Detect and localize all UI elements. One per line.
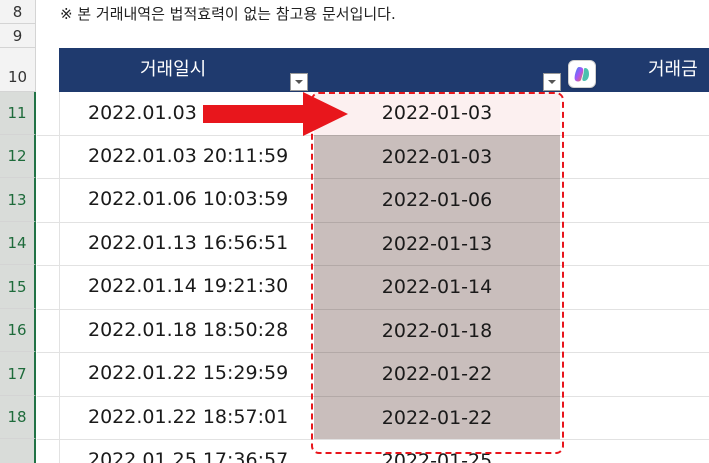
datetime-cell[interactable]: 2022.01.03 20:11:59 [88,135,288,178]
row-header-9[interactable]: 9 [0,24,36,48]
datetime-cell[interactable]: 2022.01.25 17:36:57 [88,439,288,463]
datetime-cell[interactable]: 2022.01.22 15:29:59 [88,352,288,395]
filter-dropdown-icon[interactable] [543,73,561,91]
date-cell[interactable]: 2022-01-13 [314,222,560,265]
red-arrow-icon [203,92,348,136]
datetime-cell[interactable]: 2022.01.03 [88,92,197,135]
date-cell[interactable]: 2022-01-25 [314,439,560,463]
row-header-14[interactable]: 14 [0,222,36,265]
date-cell[interactable]: 2022-01-22 [314,352,560,396]
date-cell[interactable]: 2022-01-06 [314,178,560,222]
row-header-11[interactable]: 11 [0,92,36,135]
row-header-10[interactable]: 10 [0,48,36,92]
date-cell[interactable]: 2022-01-18 [314,309,560,352]
row-header-16[interactable]: 16 [0,309,36,352]
date-cell[interactable]: 2022-01-03 [314,135,560,178]
date-cell[interactable]: 2022-01-03 [314,92,560,135]
row-header-19[interactable] [0,439,36,463]
datetime-cell[interactable]: 2022.01.14 19:21:30 [88,265,288,308]
date-cell[interactable]: 2022-01-14 [314,265,560,309]
copilot-icon[interactable] [568,60,596,88]
date-cell[interactable]: 2022-01-22 [314,396,560,439]
datetime-cell[interactable]: 2022.01.06 10:03:59 [88,178,288,221]
row-header-12[interactable]: 12 [0,135,36,178]
row-header-18[interactable]: 18 [0,396,36,439]
notice-text: ※ 본 거래내역은 법적효력이 없는 참고용 문서입니다. [60,5,396,23]
row-header-13[interactable]: 13 [0,178,36,222]
datetime-cell[interactable]: 2022.01.22 18:57:01 [88,396,288,439]
spreadsheet: 8 9 10 11 12 13 14 15 16 17 18 ※ 본 거래내역은… [0,0,709,463]
filter-dropdown-icon[interactable] [290,73,308,91]
header-amount: 거래금 [648,59,698,80]
datetime-cell[interactable]: 2022.01.18 18:50:28 [88,309,288,352]
row-header-17[interactable]: 17 [0,352,36,396]
row-header-15[interactable]: 15 [0,265,36,309]
row-header-8[interactable]: 8 [0,0,36,24]
datetime-cell[interactable]: 2022.01.13 16:56:51 [88,222,288,265]
header-datetime: 거래일시 [140,59,207,80]
